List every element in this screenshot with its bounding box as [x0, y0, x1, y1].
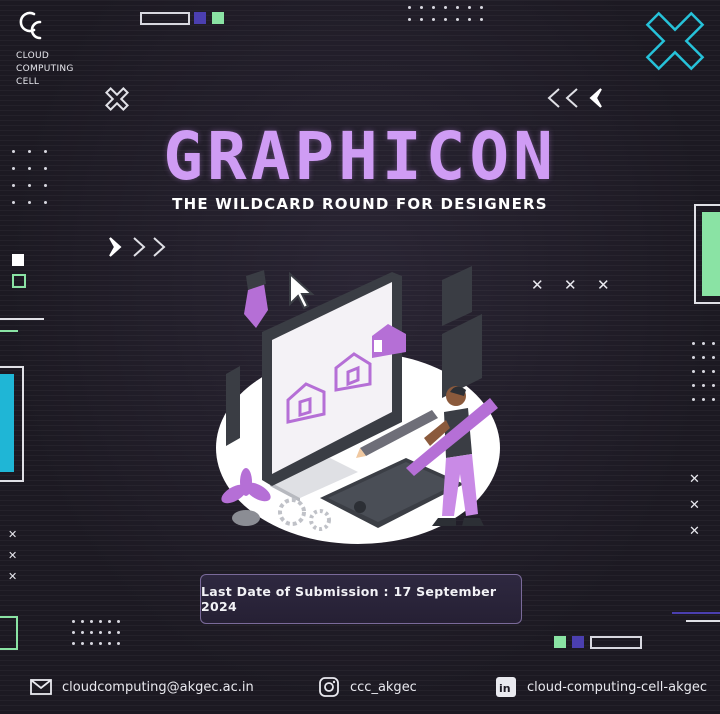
- instagram-handle: ccc_akgec: [350, 679, 417, 695]
- svg-text:in: in: [499, 682, 511, 695]
- x-mark-icon: ✕: [597, 276, 610, 294]
- teal-panel-decoration: [0, 366, 24, 482]
- instagram-icon: [318, 676, 340, 698]
- logo-text: CLOUD COMPUTING CELL: [16, 50, 74, 89]
- mail-icon: [30, 676, 52, 698]
- brand-logo: CLOUD COMPUTING CELL: [16, 10, 74, 89]
- x-mark-icon: ✕: [564, 276, 577, 294]
- event-title: GRAPHICON: [163, 118, 557, 195]
- poster: CLOUD COMPUTING CELL GRAPHICON THE WILDC…: [0, 0, 720, 714]
- mint-panel-decoration: [694, 204, 720, 304]
- x-mark-icon: ✕: [531, 276, 544, 294]
- x-mark-icon: ✕: [8, 570, 18, 583]
- email-text: cloudcomputing@akgec.ac.in: [62, 679, 254, 695]
- x-mark-icon: ✕: [689, 472, 700, 487]
- event-subtitle: THE WILDCARD ROUND FOR DESIGNERS: [172, 195, 548, 213]
- divider-line-left: [0, 318, 44, 320]
- mint-outline-decoration: [0, 616, 18, 650]
- dot-grid-bottom: [72, 620, 126, 645]
- divider-line-left-mint: [0, 330, 18, 332]
- white-square-decoration: [12, 254, 24, 266]
- teal-x-icon: [645, 11, 705, 71]
- linkedin-handle: cloud-computing-cell-akgec: [527, 679, 707, 695]
- linkedin-contact[interactable]: in cloud-computing-cell-akgec: [495, 676, 707, 698]
- mint-square-decoration: [212, 12, 224, 24]
- dot-grid-right: [692, 342, 720, 401]
- logo-line-3: CELL: [16, 77, 40, 87]
- footer-contacts: cloudcomputing@akgec.ac.in ccc_akgec in …: [0, 676, 720, 702]
- indigo-square-decoration: [194, 12, 206, 24]
- chevrons-right-icon: [109, 237, 166, 257]
- divider-line-right-white: [686, 620, 720, 622]
- linkedin-icon: in: [495, 676, 517, 698]
- email-contact[interactable]: cloudcomputing@akgec.ac.in: [30, 676, 254, 698]
- logo-line-1: CLOUD: [16, 51, 50, 61]
- outline-bar-decoration: [590, 636, 642, 649]
- x-mark-icon: ✕: [8, 549, 18, 562]
- submission-deadline-banner: Last Date of Submission : 17 September 2…: [200, 574, 522, 624]
- x-mark-icon: ✕: [689, 498, 700, 513]
- dot-grid-top: [408, 6, 492, 21]
- logo-line-2: COMPUTING: [16, 64, 74, 74]
- chevrons-left-icon: [547, 88, 602, 108]
- outline-bar-decoration: [140, 12, 190, 25]
- divider-line-right: [672, 612, 720, 614]
- designer-illustration: [216, 266, 500, 544]
- indigo-square-decoration: [572, 636, 584, 648]
- instagram-contact[interactable]: ccc_akgec: [318, 676, 417, 698]
- x-mark-icon: ✕: [8, 528, 18, 541]
- mint-square-decoration: [554, 636, 566, 648]
- x-mark-icon: ✕: [689, 524, 700, 539]
- outline-x-icon: [104, 86, 130, 112]
- cc-logo-icon: [19, 11, 42, 40]
- mint-outline-square-decoration: [12, 274, 26, 288]
